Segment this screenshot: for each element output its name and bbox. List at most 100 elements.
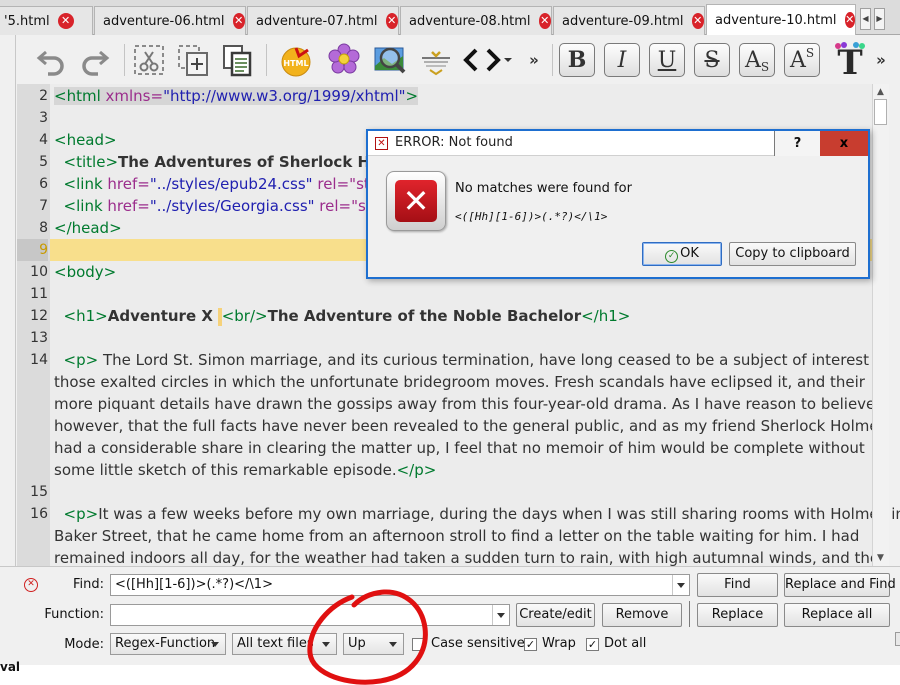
case-sensitive-checkbox[interactable] xyxy=(412,638,425,651)
ok-button[interactable]: ✓ OK xyxy=(642,242,722,266)
close-icon[interactable]: ✕ xyxy=(691,13,704,29)
function-input[interactable] xyxy=(110,604,510,626)
tab-label: adventure-08.html xyxy=(409,13,531,29)
error-dialog: ✕ ERROR: Not found ? x ✕ No matches were… xyxy=(366,129,870,279)
redo-icon[interactable] xyxy=(76,40,114,80)
text-style-glyph: T xyxy=(837,43,862,79)
tab-scroll-right-icon[interactable]: ▶ xyxy=(874,8,885,30)
code-line-16: <p>It was a few weeks before my own marr… xyxy=(63,505,900,523)
line-number: 3 xyxy=(39,110,48,126)
line-number: 12 xyxy=(30,308,48,324)
insert-code-dropdown[interactable] xyxy=(460,40,518,80)
code-line-14-wrap: those exalted circles in which the unfor… xyxy=(54,373,865,391)
panel-separator xyxy=(689,601,690,627)
tab-label: adventure-07.html xyxy=(256,13,378,29)
tab-adventure-09[interactable]: adventure-09.html ✕ xyxy=(553,6,705,35)
subscript-button[interactable]: AS xyxy=(739,43,775,77)
error-small-icon: ✕ xyxy=(375,137,388,150)
help-button[interactable]: ? xyxy=(774,131,820,156)
editor-scrollbar[interactable] xyxy=(872,84,889,566)
validate-html-icon[interactable]: HTML xyxy=(276,40,316,80)
text-style-icon[interactable]: T xyxy=(830,40,870,80)
line-number: 4 xyxy=(39,132,48,148)
code-line-5: <title>The Adventures of Sherlock Holme xyxy=(63,153,412,171)
dialog-title-bar[interactable]: ✕ ERROR: Not found ? x xyxy=(368,131,868,156)
find-input[interactable]: <([Hh][1-6])>(.*?)</\1> xyxy=(110,574,690,596)
panel-edge-handle[interactable] xyxy=(895,632,900,646)
scroll-up-icon[interactable]: ▲ xyxy=(872,85,889,100)
chevron-down-icon[interactable] xyxy=(492,605,509,625)
code-line-4: <head> xyxy=(54,131,117,149)
replace-button[interactable]: Replace xyxy=(697,603,778,627)
tab-adventure-06[interactable]: adventure-06.html ✕ xyxy=(94,6,246,35)
toolbar-overflow-icon[interactable]: » xyxy=(870,40,892,80)
line-number: 6 xyxy=(39,176,48,192)
bold-button[interactable]: B xyxy=(559,43,595,77)
chevron-down-icon[interactable] xyxy=(672,575,689,595)
line-number: 14 xyxy=(30,352,48,368)
scroll-down-icon[interactable]: ▼ xyxy=(872,551,889,566)
code-line-10: <body> xyxy=(54,263,117,281)
copy-icon[interactable] xyxy=(218,40,256,80)
remove-button[interactable]: Remove xyxy=(602,603,682,627)
status-bar xyxy=(0,665,900,685)
spellcheck-flower-icon[interactable] xyxy=(324,40,364,80)
tab-adventure-10[interactable]: adventure-10.html ✕ xyxy=(706,4,856,35)
code-line-14-wrap: had a considerable share in clearing the… xyxy=(54,439,865,457)
tab-adventure-07[interactable]: adventure-07.html ✕ xyxy=(247,6,399,35)
scrollbar-thumb[interactable] xyxy=(874,99,887,125)
close-icon[interactable]: ✕ xyxy=(385,13,398,29)
scope-select[interactable]: All text files xyxy=(232,633,337,655)
find-button[interactable]: Find xyxy=(697,573,778,597)
toolbar-overflow-icon[interactable]: » xyxy=(522,40,546,80)
code-line-14-wrap: however, that the full facts have never … xyxy=(54,417,887,435)
toolbar: HTML » B I U S AS AS T » xyxy=(18,36,900,84)
dot-all-label: Dot all xyxy=(604,636,647,651)
dot-all-checkbox[interactable]: ✓ xyxy=(586,638,599,651)
line-number: 5 xyxy=(39,154,48,170)
code-line-6: <link href="../styles/epub24.css" rel="s… xyxy=(63,175,393,193)
mode-label: Mode: xyxy=(64,637,104,652)
direction-select[interactable]: Up xyxy=(343,633,404,655)
status-text: val xyxy=(0,660,21,674)
strikethrough-button[interactable]: S xyxy=(694,43,730,77)
code-line-12: <h1>Adventure X <br/>The Adventure of th… xyxy=(63,307,631,326)
cut-icon[interactable] xyxy=(130,40,168,80)
copy-to-clipboard-button[interactable]: Copy to clipboard xyxy=(729,242,856,266)
code-line-2: <html xmlns="http://www.w3.org/1999/xhtm… xyxy=(54,87,419,105)
tab-label: '5.html xyxy=(4,13,50,29)
wrap-checkbox[interactable]: ✓ xyxy=(524,638,537,651)
dialog-close-button[interactable]: x xyxy=(820,131,868,156)
tab-bar: '5.html ✕ adventure-06.html ✕ adventure-… xyxy=(0,0,900,35)
sigil-window: '5.html ✕ adventure-06.html ✕ adventure-… xyxy=(0,0,900,685)
search-image-icon[interactable] xyxy=(370,40,410,80)
tab-adventure-08[interactable]: adventure-08.html ✕ xyxy=(400,6,552,35)
close-icon[interactable]: ✕ xyxy=(844,12,855,28)
close-icon[interactable]: ✕ xyxy=(538,13,551,29)
mode-select[interactable]: Regex-Function xyxy=(110,633,226,655)
italic-button[interactable]: I xyxy=(604,43,640,77)
dialog-pattern: <([Hh][1-6])>(.*?)</\1> xyxy=(455,210,608,223)
replace-and-find-button[interactable]: Replace and Find xyxy=(784,573,896,597)
line-number: 10 xyxy=(30,264,48,280)
superscript-button[interactable]: AS xyxy=(784,43,820,77)
code-line-14-wrap: some little sketch of this remarkable ep… xyxy=(54,461,437,479)
underline-button[interactable]: U xyxy=(649,43,685,77)
replace-all-button[interactable]: Replace all xyxy=(784,603,890,627)
error-status-icon: ✕ xyxy=(24,578,38,592)
create-edit-button[interactable]: Create/edit xyxy=(516,603,595,627)
code-line-14: <p> The Lord St. Simon marriage, and its… xyxy=(63,351,888,369)
tab-scroll-left-icon[interactable]: ◀ xyxy=(860,8,871,30)
find-label: Find: xyxy=(72,577,104,592)
close-icon[interactable]: ✕ xyxy=(232,13,245,29)
code-line-16-wrap: Baker Street, that he came home from an … xyxy=(54,527,860,545)
tab-adventure-05[interactable]: '5.html ✕ xyxy=(0,6,93,35)
case-sensitive-label: Case sensitive xyxy=(431,636,525,651)
book-toc-icon[interactable] xyxy=(416,40,456,80)
function-label: Function: xyxy=(44,607,104,622)
error-icon: ✕ xyxy=(386,171,446,231)
paste-icon[interactable] xyxy=(174,40,212,80)
line-number: 7 xyxy=(39,198,48,214)
undo-icon[interactable] xyxy=(32,40,70,80)
close-icon[interactable]: ✕ xyxy=(57,13,74,29)
